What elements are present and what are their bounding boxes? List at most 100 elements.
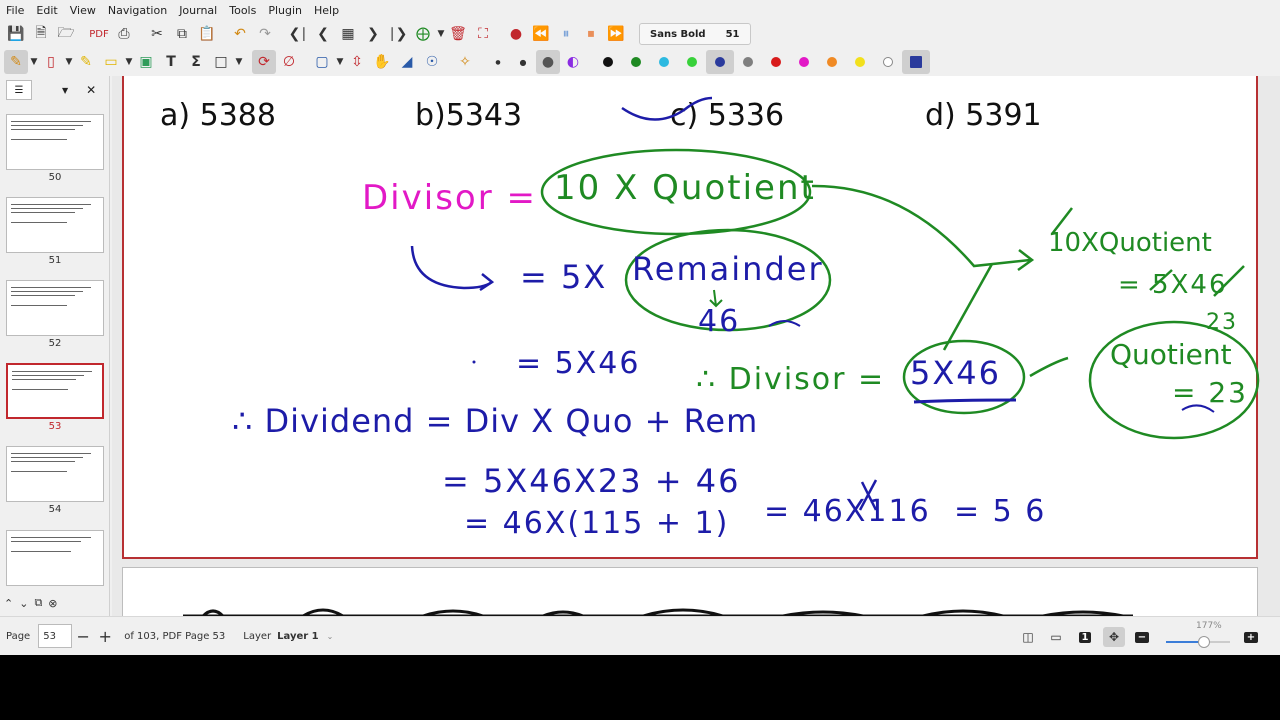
default-tool-icon[interactable]: ✧ xyxy=(453,50,477,74)
select-rect-icon[interactable]: ▢ xyxy=(310,50,334,74)
zoom-slider[interactable] xyxy=(1166,636,1230,648)
color-swatch[interactable] xyxy=(762,50,790,74)
shape-recognizer-icon[interactable]: ⟳ xyxy=(252,50,276,74)
export-pdf-icon[interactable]: PDF xyxy=(87,22,111,46)
math-tex-icon[interactable]: Σ xyxy=(184,50,208,74)
close-icon[interactable]: ✕ xyxy=(86,83,96,97)
shape-rectangle-icon[interactable]: □ xyxy=(209,50,233,74)
text-tool-icon[interactable]: T xyxy=(159,50,183,74)
copy-page-icon[interactable]: ⧉ xyxy=(34,596,42,610)
page-thumbnail[interactable] xyxy=(6,280,104,336)
hand-icon[interactable]: ✋ xyxy=(370,50,394,74)
thickness-medium-icon[interactable]: ● xyxy=(511,50,535,74)
vertical-space-icon[interactable]: ⇳ xyxy=(345,50,369,74)
set-square-icon[interactable]: ◢ xyxy=(395,50,419,74)
pen-icon[interactable]: ✎ xyxy=(4,50,28,74)
move-down-icon[interactable]: ⌄ xyxy=(19,597,28,610)
menu-edit[interactable]: Edit xyxy=(30,4,63,17)
record-icon[interactable]: ● xyxy=(504,22,528,46)
menu-plugin[interactable]: Plugin xyxy=(262,4,308,17)
undo-icon[interactable]: ↶ xyxy=(228,22,252,46)
chevron-down-icon[interactable]: ⌄ xyxy=(327,632,334,641)
eraser-icon[interactable]: ▯ xyxy=(39,50,63,74)
dual-page-icon[interactable]: ◫ xyxy=(1017,627,1039,647)
menu-tools[interactable]: Tools xyxy=(223,4,262,17)
new-document-icon[interactable]: 🗎 xyxy=(29,22,53,46)
rewind-icon[interactable]: ⏪ xyxy=(529,22,553,46)
next-page-icon[interactable]: ❯ xyxy=(361,22,385,46)
next-journal-page[interactable] xyxy=(122,567,1258,616)
fast-forward-icon[interactable]: ⏩ xyxy=(604,22,628,46)
page-thumbnail[interactable] xyxy=(6,197,104,253)
menu-journal[interactable]: Journal xyxy=(173,4,223,17)
color-swatch[interactable] xyxy=(846,50,874,74)
cut-icon[interactable]: ✂ xyxy=(145,22,169,46)
highlighter-icon[interactable]: ✎ xyxy=(74,50,98,74)
chevron-down-icon[interactable]: ▼ xyxy=(64,57,74,67)
sidebar-view-selector[interactable]: ☰ xyxy=(6,80,32,100)
zoom-slider-knob[interactable] xyxy=(1198,636,1211,648)
menu-help[interactable]: Help xyxy=(308,4,345,17)
zoom-in-icon[interactable]: + xyxy=(1240,627,1262,647)
chevron-down-icon[interactable]: ▼ xyxy=(335,57,345,67)
redo-icon[interactable]: ↷ xyxy=(253,22,277,46)
print-icon[interactable]: ⎙ xyxy=(112,22,136,46)
color-swatch[interactable] xyxy=(818,50,846,74)
page-thumbnail[interactable] xyxy=(6,446,104,502)
page-thumbnail[interactable] xyxy=(6,363,104,419)
pdf-text-icon[interactable]: ▭ xyxy=(99,50,123,74)
layer-selector[interactable]: Layer 1 xyxy=(277,631,318,642)
paste-icon[interactable]: 📋 xyxy=(195,22,219,46)
minus-icon[interactable]: − xyxy=(72,627,94,646)
menu-view[interactable]: View xyxy=(64,4,102,17)
page-thumbnail-partial[interactable] xyxy=(6,530,104,586)
zoom-100-icon[interactable]: 1 xyxy=(1074,627,1096,647)
copy-icon[interactable]: ⧉ xyxy=(170,22,194,46)
stop-icon[interactable]: ⏹ xyxy=(579,22,603,46)
ruler-icon[interactable]: ∅ xyxy=(277,50,301,74)
insert-page-icon[interactable]: ⨁ xyxy=(411,22,435,46)
image-icon[interactable]: ▣ xyxy=(134,50,158,74)
goto-page-icon[interactable]: ▦ xyxy=(336,22,360,46)
previous-page-icon[interactable]: ❮ xyxy=(311,22,335,46)
fill-icon[interactable]: ◐ xyxy=(561,50,585,74)
chevron-down-icon[interactable]: ▼ xyxy=(124,57,134,67)
menu-file[interactable]: File xyxy=(0,4,30,17)
chevron-down-icon[interactable]: ▼ xyxy=(234,57,244,67)
chevron-down-icon[interactable]: ▼ xyxy=(29,57,39,67)
font-selector[interactable]: Sans Bold 51 xyxy=(639,23,751,45)
color-swatch[interactable] xyxy=(622,50,650,74)
color-swatch[interactable] xyxy=(594,50,622,74)
thickness-fine-icon[interactable]: ● xyxy=(486,50,510,74)
open-folder-icon[interactable]: 🗁 xyxy=(54,22,78,46)
first-page-icon[interactable]: ❮∣ xyxy=(286,22,310,46)
pause-icon[interactable]: ⏸ xyxy=(554,22,578,46)
plus-icon[interactable]: + xyxy=(94,627,116,646)
color-swatch[interactable] xyxy=(874,50,902,74)
last-page-icon[interactable]: ∣❯ xyxy=(386,22,410,46)
zoom-fit-icon[interactable]: ✥ xyxy=(1103,627,1125,647)
color-swatch[interactable] xyxy=(790,50,818,74)
move-up-icon[interactable]: ⌃ xyxy=(4,597,13,610)
custom-color-icon[interactable] xyxy=(902,50,930,74)
chevron-down-icon[interactable]: ▼ xyxy=(436,29,446,39)
color-swatch[interactable] xyxy=(678,50,706,74)
color-swatch[interactable] xyxy=(706,50,734,74)
zoom-out-icon[interactable]: − xyxy=(1131,627,1153,647)
delete-icon[interactable]: ⊗ xyxy=(48,597,57,610)
page-number-input[interactable]: 53 xyxy=(38,624,73,648)
compass-icon[interactable]: ☉ xyxy=(420,50,444,74)
thickness-thick-icon[interactable]: ● xyxy=(536,50,560,74)
journal-page[interactable]: a) 5388 b)5343 c) 5336 d) 5391 Divisor =… xyxy=(122,76,1260,559)
color-swatch[interactable] xyxy=(650,50,678,74)
presentation-icon[interactable]: ▭ xyxy=(1045,627,1067,647)
save-icon[interactable]: 💾 xyxy=(4,22,28,46)
fullscreen-icon[interactable]: ⛶ xyxy=(471,22,495,46)
delete-page-icon[interactable]: 🗑 xyxy=(446,22,470,46)
color-swatch[interactable] xyxy=(734,50,762,74)
chevron-down-icon[interactable]: ▼ xyxy=(62,86,68,95)
page-thumbnail[interactable] xyxy=(6,114,104,170)
tick-over-option-c xyxy=(621,96,713,121)
document-canvas[interactable]: a) 5388 b)5343 c) 5336 d) 5391 Divisor =… xyxy=(112,76,1280,616)
menu-navigation[interactable]: Navigation xyxy=(102,4,173,17)
